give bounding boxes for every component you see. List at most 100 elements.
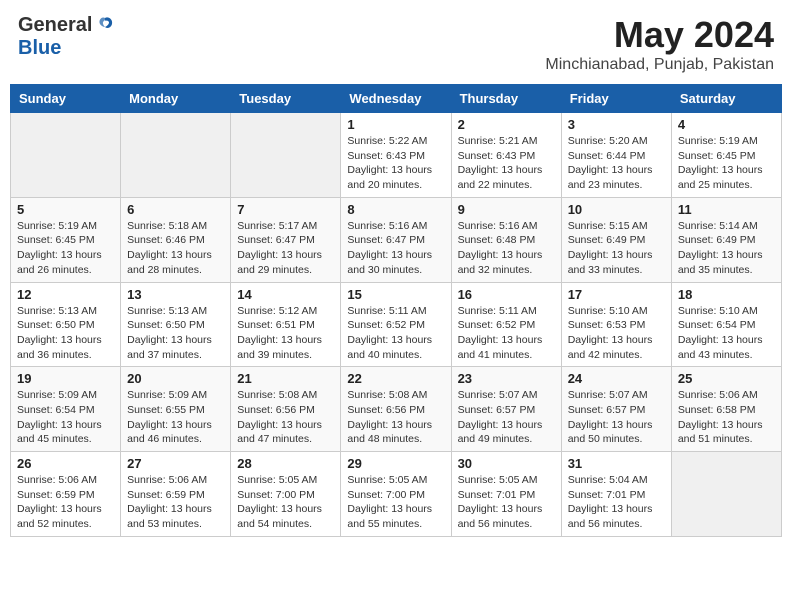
calendar-cell: 9Sunrise: 5:16 AMSunset: 6:48 PMDaylight… bbox=[451, 197, 561, 282]
day-number: 16 bbox=[458, 287, 555, 302]
daylight-text: Daylight: 13 hours bbox=[347, 334, 432, 346]
daylight-text: Daylight: 13 hours bbox=[568, 334, 653, 346]
day-info: Sunrise: 5:17 AMSunset: 6:47 PMDaylight:… bbox=[237, 219, 334, 278]
calendar-cell: 10Sunrise: 5:15 AMSunset: 6:49 PMDayligh… bbox=[561, 197, 671, 282]
day-info: Sunrise: 5:08 AMSunset: 6:56 PMDaylight:… bbox=[347, 388, 444, 447]
sunrise-text: Sunrise: 5:08 AM bbox=[237, 389, 317, 401]
day-number: 22 bbox=[347, 371, 444, 386]
daylight-text: Daylight: 13 hours bbox=[568, 419, 653, 431]
daylight-text: Daylight: 13 hours bbox=[237, 249, 322, 261]
day-info: Sunrise: 5:10 AMSunset: 6:54 PMDaylight:… bbox=[678, 304, 775, 363]
calendar-cell: 24Sunrise: 5:07 AMSunset: 6:57 PMDayligh… bbox=[561, 367, 671, 452]
sunset-text: Sunset: 6:50 PM bbox=[127, 319, 205, 331]
daylight-text: and 53 minutes. bbox=[127, 518, 202, 530]
sunrise-text: Sunrise: 5:11 AM bbox=[347, 305, 426, 317]
sunset-text: Sunset: 6:51 PM bbox=[237, 319, 315, 331]
day-info: Sunrise: 5:11 AMSunset: 6:52 PMDaylight:… bbox=[458, 304, 555, 363]
calendar-cell: 16 Sunrise: 5:11 AMSunset: 6:52 PMDayligh… bbox=[451, 282, 561, 367]
day-number: 8 bbox=[347, 202, 444, 217]
day-number: 4 bbox=[678, 117, 775, 132]
sunrise-text: Sunrise: 5:18 AM bbox=[127, 220, 207, 232]
weekday-header-tuesday: Tuesday bbox=[231, 85, 341, 113]
daylight-text: Daylight: 13 hours bbox=[237, 503, 322, 515]
day-info: Sunrise: 5:20 AMSunset: 6:44 PMDaylight:… bbox=[568, 134, 665, 193]
calendar-cell: 3 Sunrise: 5:20 AMSunset: 6:44 PMDaylight… bbox=[561, 113, 671, 198]
weekday-header-row: SundayMondayTuesdayWednesdayThursdayFrid… bbox=[11, 85, 782, 113]
sunrise-text: Sunrise: 5:10 AM bbox=[568, 305, 648, 317]
calendar-cell: 6 Sunrise: 5:18 AMSunset: 6:46 PMDaylight… bbox=[121, 197, 231, 282]
sunset-text: Sunset: 6:54 PM bbox=[678, 319, 756, 331]
week-row-3: 12Sunrise: 5:13 AMSunset: 6:50 PMDayligh… bbox=[11, 282, 782, 367]
day-number: 31 bbox=[568, 456, 665, 471]
calendar-cell: 31 Sunrise: 5:04 AMSunset: 7:01 PMDayligh… bbox=[561, 452, 671, 537]
sunset-text: Sunset: 6:47 PM bbox=[347, 234, 425, 246]
day-info: Sunrise: 5:09 AMSunset: 6:54 PMDaylight:… bbox=[17, 388, 114, 447]
day-info: Sunrise: 5:06 AMSunset: 6:58 PMDaylight:… bbox=[678, 388, 775, 447]
calendar-table: SundayMondayTuesdayWednesdayThursdayFrid… bbox=[10, 84, 782, 537]
sunrise-text: Sunrise: 5:05 AM bbox=[458, 474, 538, 486]
sunset-text: Sunset: 6:53 PM bbox=[568, 319, 646, 331]
sunrise-text: Sunrise: 5:14 AM bbox=[678, 220, 758, 232]
day-info: Sunrise: 5:19 AMSunset: 6:45 PMDaylight:… bbox=[678, 134, 775, 193]
sunset-text: Sunset: 6:55 PM bbox=[127, 404, 205, 416]
day-number: 19 bbox=[17, 371, 114, 386]
daylight-text: Daylight: 13 hours bbox=[568, 164, 653, 176]
day-number: 30 bbox=[458, 456, 555, 471]
day-info: Sunrise: 5:12 AMSunset: 6:51 PMDaylight:… bbox=[237, 304, 334, 363]
sunset-text: Sunset: 6:57 PM bbox=[458, 404, 536, 416]
sunrise-text: Sunrise: 5:08 AM bbox=[347, 389, 427, 401]
day-number: 15 bbox=[347, 287, 444, 302]
logo-general-text: General bbox=[18, 14, 92, 37]
daylight-text: Daylight: 13 hours bbox=[347, 249, 432, 261]
week-row-5: 26Sunrise: 5:06 AMSunset: 6:59 PMDayligh… bbox=[11, 452, 782, 537]
logo-blue-text: Blue bbox=[18, 37, 61, 60]
daylight-text: and 56 minutes. bbox=[568, 518, 643, 530]
sunset-text: Sunset: 6:48 PM bbox=[458, 234, 536, 246]
sunset-text: Sunset: 6:52 PM bbox=[347, 319, 425, 331]
calendar-cell: 5Sunrise: 5:19 AMSunset: 6:45 PMDaylight… bbox=[11, 197, 121, 282]
day-number: 14 bbox=[237, 287, 334, 302]
daylight-text: Daylight: 13 hours bbox=[458, 334, 543, 346]
day-info: Sunrise: 5:18 AMSunset: 6:46 PMDaylight:… bbox=[127, 219, 224, 278]
daylight-text: and 51 minutes. bbox=[678, 433, 753, 445]
calendar-cell: 4 Sunrise: 5:19 AMSunset: 6:45 PMDaylight… bbox=[671, 113, 781, 198]
daylight-text: and 40 minutes. bbox=[347, 349, 422, 361]
day-number: 6 bbox=[127, 202, 224, 217]
sunrise-text: Sunrise: 5:22 AM bbox=[347, 135, 427, 147]
day-number: 28 bbox=[237, 456, 334, 471]
day-number: 1 bbox=[347, 117, 444, 132]
sunrise-text: Sunrise: 5:06 AM bbox=[127, 474, 207, 486]
calendar-cell: 29Sunrise: 5:05 AMSunset: 7:00 PMDayligh… bbox=[341, 452, 451, 537]
day-number: 23 bbox=[458, 371, 555, 386]
day-number: 27 bbox=[127, 456, 224, 471]
sunrise-text: Sunrise: 5:05 AM bbox=[347, 474, 427, 486]
daylight-text: and 41 minutes. bbox=[458, 349, 533, 361]
sunset-text: Sunset: 6:45 PM bbox=[17, 234, 95, 246]
day-info: Sunrise: 5:16 AM Sunset: 6:47 PM Daylight:… bbox=[347, 219, 444, 278]
day-info: Sunrise: 5:04 AMSunset: 7:01 PMDaylight:… bbox=[568, 473, 665, 532]
sunrise-text: Sunrise: 5:05 AM bbox=[237, 474, 317, 486]
day-info: Sunrise: 5:07 AMSunset: 6:57 PMDaylight:… bbox=[458, 388, 555, 447]
day-info: Sunrise: 5:22 AMSunset: 6:43 PMDaylight:… bbox=[347, 134, 444, 193]
sunrise-text: Sunrise: 5:12 AM bbox=[237, 305, 317, 317]
calendar-cell: 27Sunrise: 5:06 AMSunset: 6:59 PMDayligh… bbox=[121, 452, 231, 537]
sunrise-text: Sunrise: 5:11 AM bbox=[458, 305, 537, 317]
logo: General Blue bbox=[18, 14, 116, 60]
day-info: Sunrise: 5:16 AMSunset: 6:48 PMDaylight:… bbox=[458, 219, 555, 278]
daylight-text: and 47 minutes. bbox=[237, 433, 312, 445]
daylight-text: and 43 minutes. bbox=[678, 349, 753, 361]
sunrise-text: Sunrise: 5:16 AM bbox=[347, 220, 427, 232]
calendar-cell: 25Sunrise: 5:06 AMSunset: 6:58 PMDayligh… bbox=[671, 367, 781, 452]
calendar-cell: 18Sunrise: 5:10 AMSunset: 6:54 PMDayligh… bbox=[671, 282, 781, 367]
day-info: Sunrise: 5:08 AMSunset: 6:56 PMDaylight:… bbox=[237, 388, 334, 447]
daylight-text: Daylight: 13 hours bbox=[678, 164, 763, 176]
daylight-text: and 23 minutes. bbox=[568, 179, 643, 191]
daylight-text: and 50 minutes. bbox=[568, 433, 643, 445]
sunset-text: Sunset: 6:57 PM bbox=[568, 404, 646, 416]
day-number: 3 bbox=[568, 117, 665, 132]
daylight-text: Daylight: 13 hours bbox=[458, 249, 543, 261]
sunset-text: Sunset: 6:56 PM bbox=[237, 404, 315, 416]
sunrise-text: Sunrise: 5:15 AM bbox=[568, 220, 648, 232]
calendar-cell: 19 Sunrise: 5:09 AMSunset: 6:54 PMDayligh… bbox=[11, 367, 121, 452]
daylight-text: Daylight: 13 hours bbox=[678, 419, 763, 431]
